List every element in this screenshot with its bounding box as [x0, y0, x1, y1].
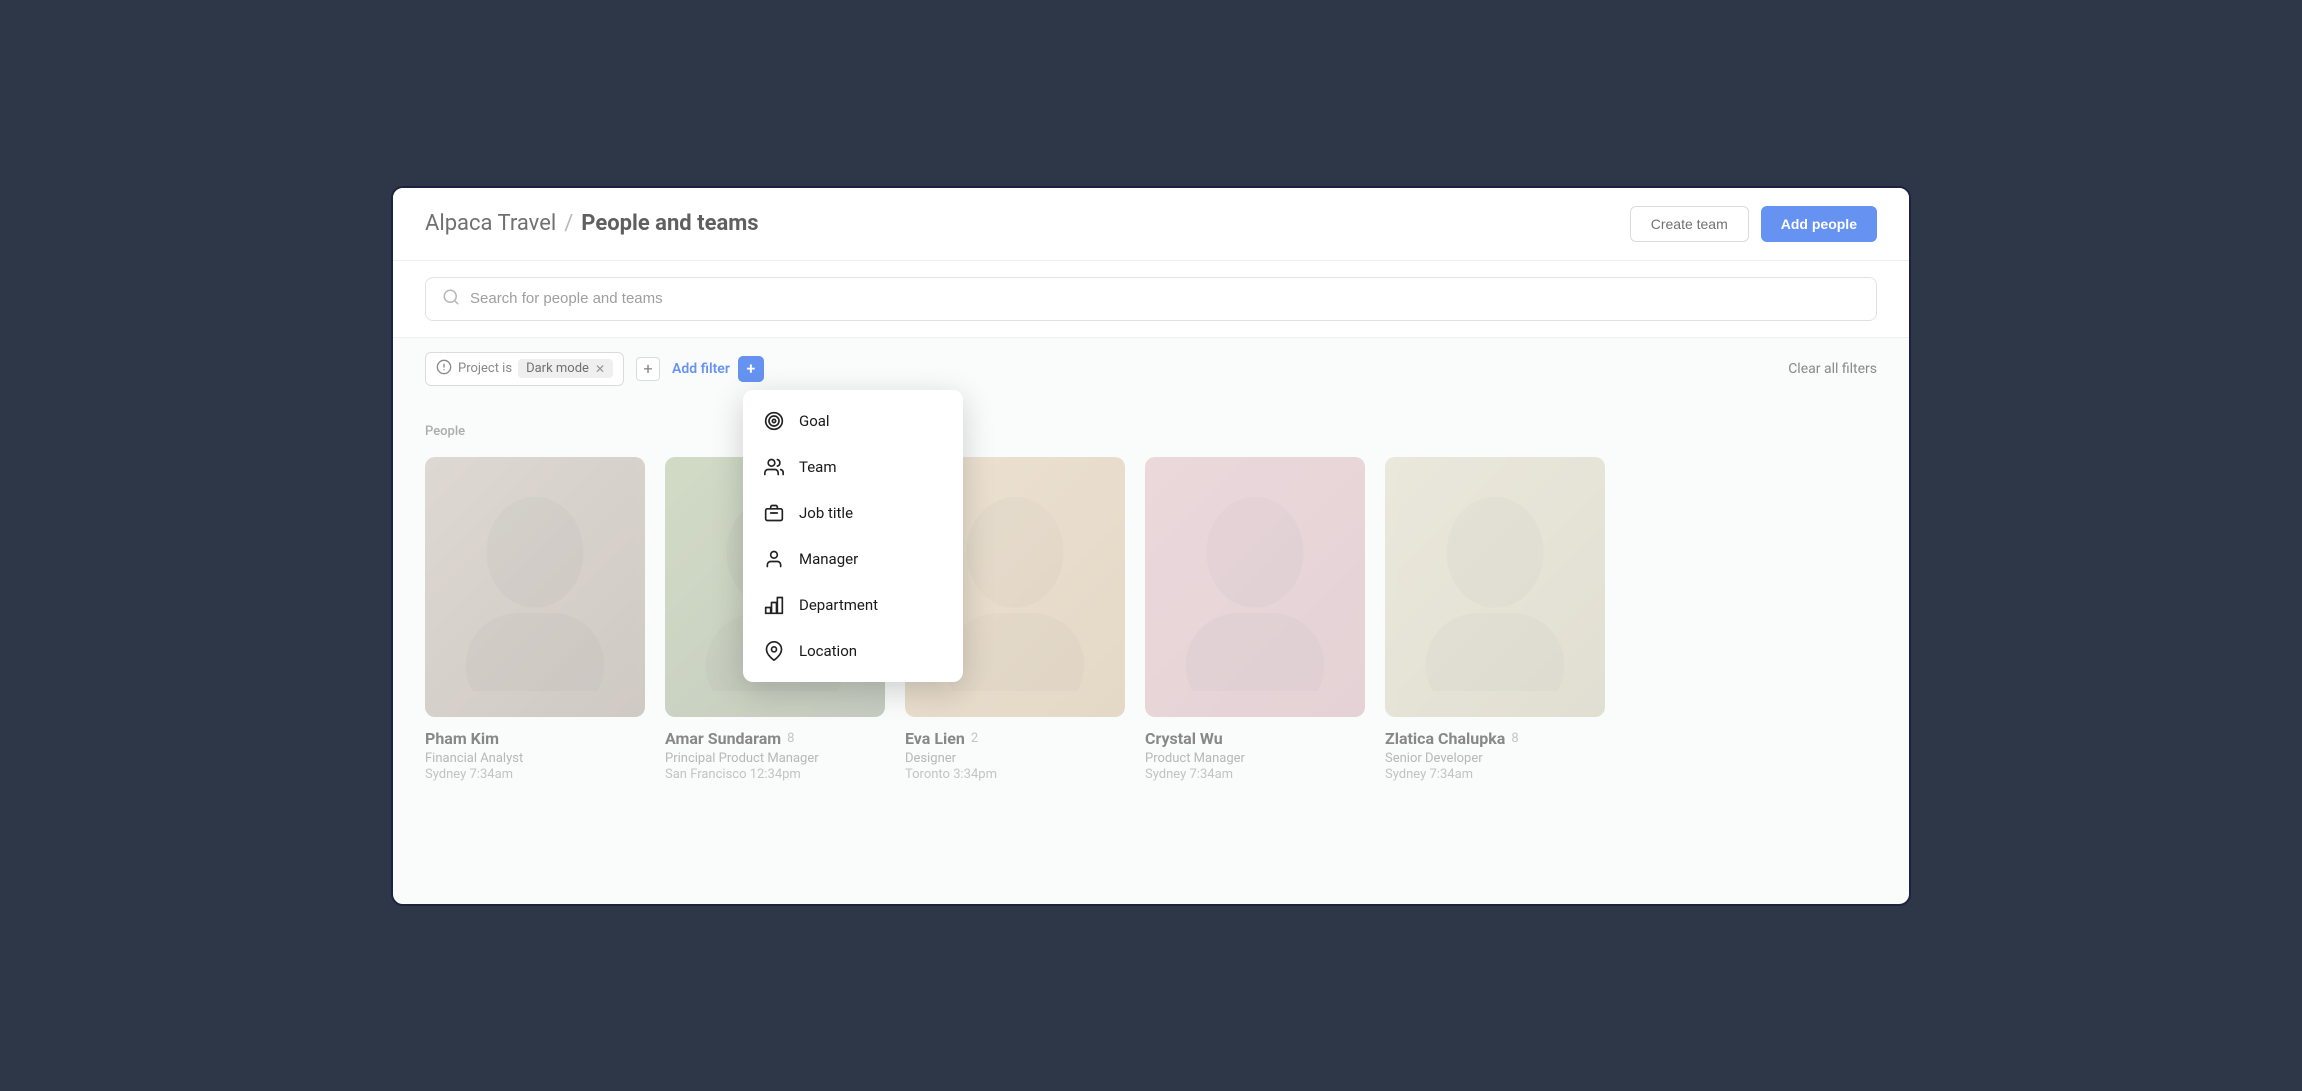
project-filter-icon [436, 359, 452, 379]
person-location-5: Sydney 7:34am [1385, 767, 1473, 782]
remove-filter-button[interactable]: ✕ [595, 362, 605, 376]
search-bar [425, 277, 1877, 321]
search-icon [442, 288, 460, 310]
person-card-5[interactable]: Zlatica Chalupka 8 Senior Developer Sydn… [1385, 457, 1605, 782]
person-card-4[interactable]: Crystal Wu Product Manager Sydney 7:34am [1145, 457, 1365, 782]
avatar-1 [425, 457, 645, 717]
person-card-1[interactable]: Pham Kim Financial Analyst Sydney 7:34am [425, 457, 645, 782]
person-location-2: San Francisco 12:34pm [665, 767, 801, 782]
project-filter-label: Project is [458, 361, 512, 376]
person-location-1: Sydney 7:34am [425, 767, 513, 782]
avatar-4 [1145, 457, 1365, 717]
add-people-button[interactable]: Add people [1761, 206, 1877, 242]
search-input[interactable] [470, 290, 1860, 307]
title-separator: / [564, 211, 573, 236]
project-filter-tag: Project is Dark mode ✕ [425, 352, 624, 386]
add-filter-label: Add filter [672, 361, 730, 377]
dropdown-item-job-title[interactable]: Job title [743, 490, 963, 536]
person-name-2: Amar Sundaram 8 [665, 729, 794, 748]
clear-all-filters-button[interactable]: Clear all filters [1788, 361, 1877, 377]
dropdown-item-team-label: Team [799, 458, 837, 476]
person-name-4: Crystal Wu [1145, 729, 1223, 748]
dropdown-item-department[interactable]: Department [743, 582, 963, 628]
person-role-3: Designer [905, 751, 956, 766]
people-section: People Pham Kim Financial Analyst Sydne [393, 400, 1909, 806]
dropdown-item-manager[interactable]: Manager [743, 536, 963, 582]
dropdown-item-manager-label: Manager [799, 550, 858, 568]
search-area [393, 261, 1909, 338]
briefcase-icon [763, 502, 785, 524]
org-name: Alpaca Travel [425, 211, 556, 236]
people-section-label: People [425, 424, 1877, 439]
dropdown-item-goal-label: Goal [799, 412, 830, 430]
person-role-4: Product Manager [1145, 751, 1245, 766]
dropdown-item-location-label: Location [799, 642, 857, 660]
dropdown-item-goal[interactable]: Goal [743, 398, 963, 444]
person-role-2: Principal Product Manager [665, 751, 819, 766]
person-count-2: 8 [787, 731, 794, 746]
person-count-3: 2 [971, 731, 978, 746]
dropdown-item-job-title-label: Job title [799, 504, 853, 522]
person-role-1: Financial Analyst [425, 751, 523, 766]
filter-expand-button[interactable]: + [636, 357, 660, 381]
goal-icon [763, 410, 785, 432]
person-role-5: Senior Developer [1385, 751, 1483, 766]
manager-icon [763, 548, 785, 570]
person-name-3: Eva Lien 2 [905, 729, 978, 748]
people-grid: Pham Kim Financial Analyst Sydney 7:34am [425, 457, 1877, 782]
person-location-4: Sydney 7:34am [1145, 767, 1233, 782]
person-name-1: Pham Kim [425, 729, 499, 748]
header: Alpaca Travel / People and teams Create … [393, 188, 1909, 261]
dropdown-item-team[interactable]: Team [743, 444, 963, 490]
person-location-3: Toronto 3:34pm [905, 767, 997, 782]
person-name-5: Zlatica Chalupka 8 [1385, 729, 1519, 748]
add-filter-plus-icon: + [738, 356, 764, 382]
department-icon [763, 594, 785, 616]
person-count-5: 8 [1511, 731, 1518, 746]
dropdown-item-location[interactable]: Location [743, 628, 963, 674]
header-actions: Create team Add people [1630, 206, 1877, 242]
add-filter-button[interactable]: Add filter + [672, 356, 764, 382]
page-title: People and teams [581, 211, 758, 236]
avatar-5 [1385, 457, 1605, 717]
filter-dropdown: Goal Team [743, 390, 963, 682]
team-icon [763, 456, 785, 478]
filter-bar: Project is Dark mode ✕ + Add filter + Cl… [393, 338, 1909, 400]
app-window: Alpaca Travel / People and teams Create … [391, 186, 1911, 906]
title-area: Alpaca Travel / People and teams [425, 211, 759, 236]
location-icon [763, 640, 785, 662]
create-team-button[interactable]: Create team [1630, 206, 1749, 242]
dropdown-item-department-label: Department [799, 596, 878, 614]
project-filter-value: Dark mode ✕ [518, 359, 613, 378]
